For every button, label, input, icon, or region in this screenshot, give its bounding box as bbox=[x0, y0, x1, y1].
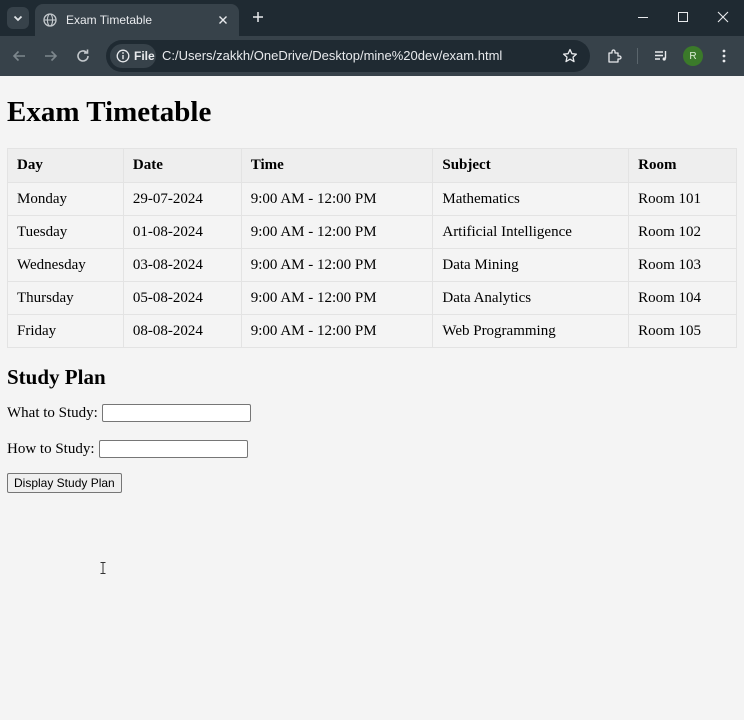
cell-date: 08-08-2024 bbox=[122, 314, 242, 348]
what-to-study-input[interactable] bbox=[101, 404, 251, 422]
extensions-button[interactable] bbox=[604, 46, 624, 66]
cell-room: Room 105 bbox=[628, 314, 737, 348]
column-header-subject: Subject bbox=[432, 148, 630, 183]
table-header-row: Day Date Time Subject Room bbox=[7, 148, 737, 183]
maximize-icon bbox=[678, 12, 688, 22]
cell-subject: Mathematics bbox=[432, 182, 630, 216]
display-study-plan-button[interactable]: Display Study Plan bbox=[7, 473, 122, 493]
chevron-down-icon bbox=[13, 15, 23, 22]
cell-subject: Web Programming bbox=[432, 314, 630, 348]
media-controls-button[interactable] bbox=[651, 46, 671, 66]
new-tab-button[interactable] bbox=[249, 8, 267, 26]
tab-strip: Exam Timetable bbox=[0, 0, 744, 36]
reload-button[interactable] bbox=[73, 46, 93, 66]
what-to-study-row: What to Study: bbox=[7, 402, 737, 424]
info-icon bbox=[116, 49, 130, 63]
cell-date: 01-08-2024 bbox=[122, 215, 242, 249]
back-button[interactable] bbox=[9, 46, 29, 66]
cell-time: 9:00 AM - 12:00 PM bbox=[240, 248, 434, 282]
what-to-study-label: What to Study: bbox=[7, 404, 98, 421]
cell-day: Wednesday bbox=[7, 248, 124, 282]
close-icon[interactable] bbox=[215, 12, 231, 28]
minimize-button[interactable] bbox=[628, 6, 658, 28]
table-row: Tuesday 01-08-2024 9:00 AM - 12:00 PM Ar… bbox=[7, 215, 737, 249]
cell-time: 9:00 AM - 12:00 PM bbox=[240, 281, 434, 315]
close-window-button[interactable] bbox=[708, 6, 738, 28]
kebab-menu-icon bbox=[722, 49, 726, 63]
bookmark-button[interactable] bbox=[560, 46, 580, 66]
url-text[interactable]: C:/Users/zakkh/OneDrive/Desktop/mine%20d… bbox=[162, 48, 502, 63]
tab-exam-timetable[interactable]: Exam Timetable bbox=[35, 4, 239, 36]
column-header-day: Day bbox=[7, 148, 124, 183]
cell-room: Room 102 bbox=[628, 215, 737, 249]
table-row: Friday 08-08-2024 9:00 AM - 12:00 PM Web… bbox=[7, 314, 737, 348]
media-icon bbox=[655, 51, 667, 61]
minimize-icon bbox=[638, 17, 648, 18]
address-bar[interactable]: File C:/Users/zakkh/OneDrive/Desktop/min… bbox=[106, 40, 590, 72]
cell-subject: Artificial Intelligence bbox=[432, 215, 630, 249]
table-row: Thursday 05-08-2024 9:00 AM - 12:00 PM D… bbox=[7, 281, 737, 315]
cell-room: Room 103 bbox=[628, 248, 737, 282]
forward-icon bbox=[45, 50, 58, 62]
cell-time: 9:00 AM - 12:00 PM bbox=[240, 182, 434, 216]
column-header-room: Room bbox=[628, 148, 737, 183]
cell-time: 9:00 AM - 12:00 PM bbox=[240, 314, 434, 348]
how-to-study-input[interactable] bbox=[98, 440, 248, 458]
table-row: Monday 29-07-2024 9:00 AM - 12:00 PM Mat… bbox=[7, 182, 737, 216]
toolbar-separator bbox=[637, 48, 638, 64]
maximize-button[interactable] bbox=[668, 6, 698, 28]
close-window-icon bbox=[717, 11, 729, 23]
cell-time: 9:00 AM - 12:00 PM bbox=[240, 215, 434, 249]
page-content: Exam Timetable Day Date Time Subject Roo… bbox=[0, 96, 744, 574]
reload-icon bbox=[77, 49, 89, 62]
forward-button[interactable] bbox=[41, 46, 61, 66]
study-plan-heading: Study Plan bbox=[7, 365, 106, 389]
star-icon bbox=[562, 48, 578, 63]
how-to-study-row: How to Study: bbox=[7, 438, 737, 460]
cell-date: 05-08-2024 bbox=[122, 281, 242, 315]
globe-icon bbox=[43, 13, 57, 27]
exam-timetable-table: Day Date Time Subject Room Monday 29-07-… bbox=[7, 148, 737, 348]
browser-menu-button[interactable] bbox=[714, 46, 734, 66]
column-header-date: Date bbox=[122, 148, 242, 183]
page-title: Exam Timetable bbox=[7, 96, 212, 128]
browser-toolbar: File C:/Users/zakkh/OneDrive/Desktop/min… bbox=[0, 36, 744, 76]
cell-date: 03-08-2024 bbox=[122, 248, 242, 282]
cell-room: Room 104 bbox=[628, 281, 737, 315]
address-chip-label: File bbox=[134, 49, 155, 63]
table-row: Wednesday 03-08-2024 9:00 AM - 12:00 PM … bbox=[7, 248, 737, 282]
cell-day: Friday bbox=[7, 314, 124, 348]
cell-day: Tuesday bbox=[7, 215, 124, 249]
cell-subject: Data Analytics bbox=[432, 281, 630, 315]
cell-subject: Data Mining bbox=[432, 248, 630, 282]
profile-avatar[interactable]: R bbox=[683, 46, 703, 66]
column-header-time: Time bbox=[240, 148, 434, 183]
cell-date: 29-07-2024 bbox=[122, 182, 242, 216]
site-info-chip[interactable]: File bbox=[110, 44, 156, 68]
cell-day: Monday bbox=[7, 182, 124, 216]
cell-room: Room 101 bbox=[628, 182, 737, 216]
text-cursor-icon bbox=[100, 562, 106, 574]
back-icon bbox=[12, 50, 25, 62]
extensions-icon bbox=[608, 49, 622, 63]
tab-title: Exam Timetable bbox=[66, 13, 153, 27]
plus-icon bbox=[253, 12, 263, 22]
cell-day: Thursday bbox=[7, 281, 124, 315]
how-to-study-label: How to Study: bbox=[7, 440, 95, 457]
tab-search-button[interactable] bbox=[7, 7, 29, 29]
